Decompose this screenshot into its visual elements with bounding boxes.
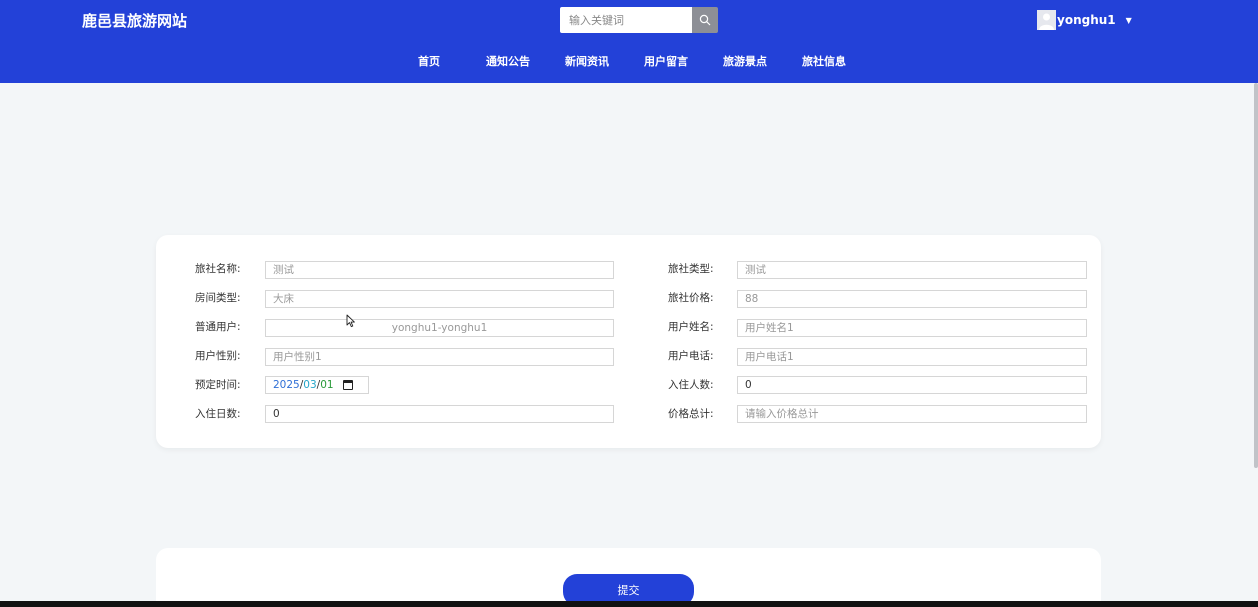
user-name-field[interactable]: 用户姓名1 [737,319,1087,337]
regular-user-label: 普通用户: [195,321,241,333]
nav-item-news[interactable]: 新闻资讯 [565,52,609,72]
room-type-label: 房间类型: [195,292,241,304]
nav-item-messages[interactable]: 用户留言 [644,52,688,72]
nav-item-home[interactable]: 首页 [418,52,440,72]
avatar-icon [1037,10,1056,30]
total-price-field[interactable]: 请输入价格总计 [737,405,1087,423]
search-icon [699,14,711,26]
room-type-field[interactable]: 大床 [265,290,614,308]
window-bottom-edge [0,601,1258,607]
hostel-type-field[interactable]: 测试 [737,261,1087,279]
date-year: 2025 [273,379,300,391]
username: yonghu1 [1057,13,1116,27]
calendar-icon[interactable] [342,380,353,390]
nav-item-attractions[interactable]: 旅游景点 [723,52,767,72]
user-menu[interactable]: yonghu1 ▼ [1037,9,1132,31]
main-nav: 首页 通知公告 新闻资讯 用户留言 旅游景点 旅社信息 [0,52,1258,72]
booking-date-label: 预定时间: [195,379,241,391]
date-day: 01 [320,379,334,391]
hostel-price-field[interactable]: 88 [737,290,1087,308]
search-button[interactable] [692,7,718,33]
booking-form: 旅社名称: 测试 房间类型: 大床 普通用户: yonghu1-yonghu1 … [156,235,1101,448]
guest-count-field[interactable]: 0 [737,376,1087,394]
user-name-label: 用户姓名: [668,321,714,333]
hostel-type-label: 旅社类型: [668,263,714,275]
nav-item-notices[interactable]: 通知公告 [486,52,530,72]
regular-user-select[interactable]: yonghu1-yonghu1 [265,319,614,337]
search-input[interactable] [560,7,692,33]
page-scrollbar[interactable] [1254,83,1258,468]
site-title[interactable]: 鹿邑县旅游网站 [82,11,187,31]
header-bar: 鹿邑县旅游网站 yonghu1 ▼ 首页 通知公告 新闻资讯 用户留言 旅游景点… [0,0,1258,83]
user-gender-label: 用户性别: [195,350,241,362]
date-month: 03 [303,379,317,391]
booking-date-field[interactable]: 2025/03/01 [265,376,369,394]
hostel-name-field[interactable]: 测试 [265,261,614,279]
stay-days-field[interactable]: 0 [265,405,614,423]
hostel-price-label: 旅社价格: [668,292,714,304]
guest-count-label: 入住人数: [668,379,714,391]
mouse-cursor-icon [346,314,355,328]
nav-item-hostels[interactable]: 旅社信息 [802,52,846,72]
user-phone-field[interactable]: 用户电话1 [737,348,1087,366]
total-price-label: 价格总计: [668,408,714,420]
caret-down-icon: ▼ [1125,15,1132,25]
stay-days-label: 入住日数: [195,408,241,420]
search-box [560,7,718,33]
user-phone-label: 用户电话: [668,350,714,362]
user-gender-field[interactable]: 用户性别1 [265,348,614,366]
hostel-name-label: 旅社名称: [195,263,241,275]
